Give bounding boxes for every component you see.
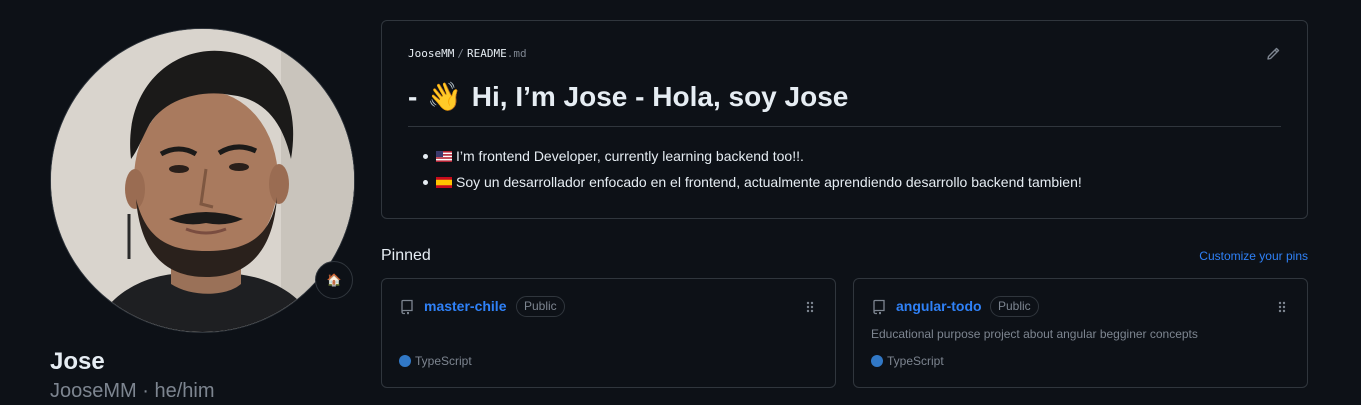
language-name: TypeScript	[415, 354, 472, 368]
us-flag-icon	[436, 151, 452, 162]
readme-path-separator: /	[457, 47, 464, 60]
heading-prefix: -	[408, 81, 418, 112]
drag-handle-icon[interactable]	[1277, 300, 1287, 314]
readme-list: I’m frontend Developer, currently learni…	[423, 147, 1082, 199]
pinned-repo-card: master-chile Public TypeScript	[381, 278, 836, 388]
profile-page: 🏠 Jose JooseMM · he/him JooseMM / README.m…	[0, 0, 1361, 405]
profile-login: JooseMM · he/him	[50, 380, 215, 402]
readme-path: JooseMM / README.md	[408, 47, 527, 60]
repo-icon	[873, 299, 885, 315]
readme-path-file[interactable]: README	[467, 47, 507, 60]
repo-name-link[interactable]: master-chile	[424, 298, 506, 314]
es-flag-icon	[436, 177, 452, 188]
repo-language: TypeScript	[399, 354, 472, 368]
pencil-icon[interactable]	[1265, 46, 1281, 62]
repo-name-link[interactable]: angular-todo	[896, 298, 982, 314]
language-color-dot	[399, 355, 411, 367]
language-color-dot	[871, 355, 883, 367]
drag-handle-icon[interactable]	[805, 300, 815, 314]
list-item-text: Soy un desarrollador enfocado en el fron…	[456, 174, 1082, 190]
status-button[interactable]: 🏠	[315, 261, 353, 299]
status-emoji: 🏠	[326, 273, 342, 287]
readme-heading: - 👋 Hi, I’m Jose - Hola, soy Jose	[408, 80, 848, 113]
list-item-text: I’m frontend Developer, currently learni…	[456, 148, 804, 164]
waving-hand-icon: 👋	[427, 81, 462, 112]
list-item: Soy un desarrollador enfocado en el fron…	[423, 173, 1082, 191]
readme-card: JooseMM / README.md - 👋 Hi, I’m Jose - Hol…	[381, 20, 1308, 219]
repo-description: Educational purpose project about angula…	[871, 327, 1198, 341]
language-name: TypeScript	[887, 354, 944, 368]
readme-path-ext: .md	[506, 47, 527, 60]
visibility-badge: Public	[516, 296, 565, 317]
pinned-repo-card: angular-todo Public Educational purpose …	[853, 278, 1308, 388]
avatar-container: 🏠	[50, 28, 355, 333]
pinned-title: Pinned	[381, 247, 431, 264]
readme-path-user[interactable]: JooseMM	[408, 47, 454, 60]
repo-icon	[401, 299, 413, 315]
customize-pins-link[interactable]: Customize your pins	[1199, 249, 1308, 263]
profile-name: Jose	[50, 348, 105, 375]
visibility-badge: Public	[990, 296, 1039, 317]
avatar[interactable]	[50, 28, 355, 333]
heading-text: Hi, I’m Jose - Hola, soy Jose	[471, 81, 849, 112]
heading-divider	[408, 126, 1281, 127]
list-item: I’m frontend Developer, currently learni…	[423, 147, 1082, 165]
repo-language: TypeScript	[871, 354, 944, 368]
